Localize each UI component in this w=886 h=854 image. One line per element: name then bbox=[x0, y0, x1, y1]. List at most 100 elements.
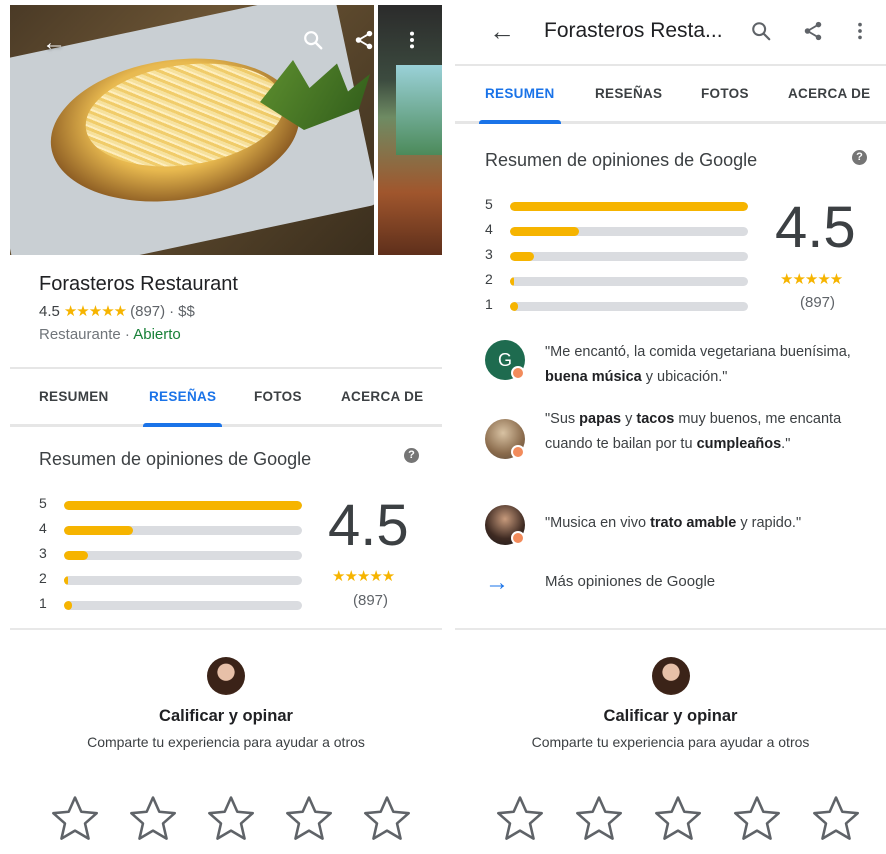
local-guide-badge-icon bbox=[511, 445, 525, 459]
rate-subtitle: Comparte tu experiencia para ayudar a ot… bbox=[531, 734, 810, 750]
tab-resenas[interactable]: RESEÑAS bbox=[142, 369, 223, 427]
bar-track bbox=[64, 526, 302, 535]
arrow-left-icon[interactable]: ← bbox=[487, 16, 517, 47]
tab-resenas[interactable]: RESEÑAS bbox=[595, 66, 662, 121]
app-bar-title: Forasteros Resta... bbox=[544, 19, 723, 42]
more-reviews-label: Más opiniones de Google bbox=[545, 573, 716, 590]
tab-fotos[interactable]: FOTOS bbox=[701, 66, 749, 121]
review-snippet[interactable]: "Musica en vivo trato amable y rapido." bbox=[485, 505, 865, 545]
tab-acerca-de[interactable]: ACERCA DE bbox=[788, 66, 870, 121]
more-vert-icon[interactable] bbox=[398, 29, 426, 57]
summary-title: Resumen de opiniones de Google bbox=[39, 449, 312, 469]
bar-fill bbox=[64, 526, 134, 535]
star-outline-icon[interactable] bbox=[125, 791, 181, 847]
bar-row-2: 2 bbox=[485, 268, 755, 293]
bar-fill bbox=[64, 601, 73, 610]
star-outline-icon[interactable] bbox=[359, 791, 415, 847]
bar-label: 4 bbox=[485, 221, 493, 237]
bar-label: 2 bbox=[485, 271, 493, 287]
bar-fill bbox=[510, 302, 519, 311]
left-screen: ← Forasteros Restaurant 4.5 ★★★★★ (897) … bbox=[10, 0, 442, 854]
user-avatar bbox=[207, 657, 245, 695]
arrow-left-icon[interactable]: ← bbox=[40, 29, 68, 57]
bar-fill bbox=[510, 252, 534, 261]
review-count: (897) bbox=[130, 302, 166, 320]
snippet-text: "Musica en vivo trato amable y rapido." bbox=[545, 515, 802, 531]
more-vert-icon[interactable] bbox=[843, 14, 877, 48]
rate-subtitle: Comparte tu experiencia para ayudar a ot… bbox=[87, 734, 365, 750]
score-count: (897) bbox=[353, 592, 389, 609]
tab-bar: RESUMEN RESEÑAS FOTOS ACERCA DE bbox=[455, 64, 886, 124]
bar-label: 4 bbox=[39, 520, 47, 536]
search-icon[interactable] bbox=[299, 29, 327, 57]
star-outline-icon[interactable] bbox=[808, 791, 864, 847]
place-meta-row: Restaurante · Abierto bbox=[39, 326, 238, 343]
bar-label: 3 bbox=[485, 246, 493, 262]
place-info: Forasteros Restaurant 4.5 ★★★★★ (897) · … bbox=[39, 273, 238, 343]
snippet-text: "Sus papas y tacos muy buenos, me encant… bbox=[545, 411, 842, 452]
rating-stars: ★★★★★ bbox=[63, 303, 127, 320]
star-rating-input bbox=[455, 791, 886, 847]
bar-fill bbox=[510, 202, 748, 211]
bar-track bbox=[510, 202, 748, 211]
bar-fill bbox=[510, 227, 580, 236]
rating-value: 4.5 bbox=[39, 302, 60, 320]
bar-row-1: 1 bbox=[485, 293, 755, 318]
window-shape bbox=[396, 65, 442, 155]
bar-track bbox=[510, 252, 748, 261]
star-outline-icon[interactable] bbox=[203, 791, 259, 847]
tab-fotos[interactable]: FOTOS bbox=[254, 369, 302, 424]
review-snippet[interactable]: "Sus papas y tacos muy buenos, me encant… bbox=[485, 407, 865, 482]
bar-track bbox=[510, 302, 748, 311]
star-outline-icon[interactable] bbox=[650, 791, 706, 847]
bar-label: 3 bbox=[39, 545, 47, 561]
price-level: $$ bbox=[178, 302, 195, 320]
tab-acerca-de[interactable]: ACERCA DE bbox=[341, 369, 423, 424]
bar-track bbox=[64, 501, 302, 510]
top-app-bar: ← Forasteros Resta... bbox=[455, 0, 886, 64]
help-icon[interactable]: ? bbox=[852, 150, 867, 165]
photo-carousel[interactable]: ← bbox=[10, 5, 442, 255]
open-status: Abierto bbox=[133, 326, 181, 343]
divider bbox=[10, 628, 442, 630]
bar-row-4: 4 bbox=[39, 517, 309, 542]
bar-label: 1 bbox=[485, 296, 493, 312]
star-outline-icon[interactable] bbox=[492, 791, 548, 847]
rating-distribution: 5 4 3 2 1 bbox=[39, 492, 309, 617]
bar-label: 2 bbox=[39, 570, 47, 586]
tab-bar: RESUMEN RESEÑAS FOTOS ACERCA DE bbox=[10, 367, 442, 427]
score-count: (897) bbox=[800, 294, 836, 311]
rating-distribution: 5 4 3 2 1 bbox=[485, 193, 755, 318]
place-rating-row[interactable]: 4.5 ★★★★★ (897) · $$ bbox=[39, 302, 238, 321]
share-icon[interactable] bbox=[796, 14, 830, 48]
star-outline-icon[interactable] bbox=[281, 791, 337, 847]
tab-resumen[interactable]: RESUMEN bbox=[479, 66, 561, 124]
bar-row-3: 3 bbox=[39, 542, 309, 567]
rate-title: Calificar y opinar bbox=[603, 707, 738, 725]
bar-track bbox=[64, 601, 302, 610]
rate-title: Calificar y opinar bbox=[159, 707, 293, 725]
more-reviews-link[interactable]: → Más opiniones de Google bbox=[485, 569, 865, 599]
help-icon[interactable]: ? bbox=[404, 448, 419, 463]
score-stars: ★★★★★ bbox=[332, 568, 395, 585]
snippet-text: "Me encantó, la comida vegetariana buení… bbox=[545, 344, 851, 385]
bar-fill bbox=[64, 576, 68, 585]
bar-track bbox=[510, 227, 748, 236]
rate-review-block: Calificar y opinar Comparte tu experienc… bbox=[10, 657, 442, 750]
bar-row-1: 1 bbox=[39, 592, 309, 617]
bar-row-4: 4 bbox=[485, 218, 755, 243]
share-icon[interactable] bbox=[350, 29, 378, 57]
star-outline-icon[interactable] bbox=[729, 791, 785, 847]
place-category: Restaurante bbox=[39, 326, 121, 343]
star-outline-icon[interactable] bbox=[571, 791, 627, 847]
star-outline-icon[interactable] bbox=[47, 791, 103, 847]
bar-row-5: 5 bbox=[39, 492, 309, 517]
bar-track bbox=[510, 277, 748, 286]
summary-title: Resumen de opiniones de Google bbox=[485, 150, 758, 170]
search-icon[interactable] bbox=[744, 14, 778, 48]
local-guide-badge-icon bbox=[511, 531, 525, 545]
score-stars: ★★★★★ bbox=[780, 271, 843, 288]
arrow-right-icon: → bbox=[485, 569, 509, 596]
review-snippet[interactable]: G "Me encantó, la comida vegetariana bue… bbox=[485, 340, 865, 390]
tab-resumen[interactable]: RESUMEN bbox=[39, 369, 109, 424]
